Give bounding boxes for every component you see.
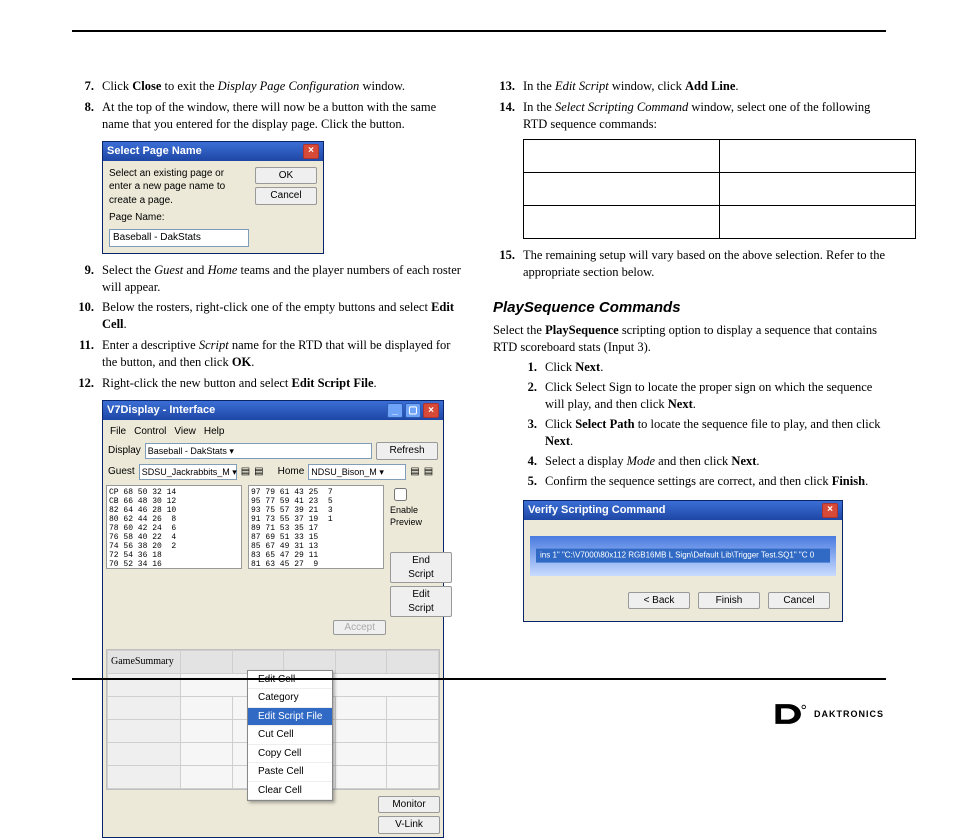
menu-control[interactable]: Control bbox=[134, 425, 166, 439]
playsequence-intro: Select the PlaySequence scripting option… bbox=[493, 322, 886, 356]
nav-icon[interactable]: ▤ bbox=[424, 465, 433, 479]
maximize-icon[interactable]: ▢ bbox=[405, 403, 421, 418]
step-7-text: Click Close to exit the Display Page Con… bbox=[102, 78, 405, 95]
guest-label: Guest bbox=[108, 465, 135, 479]
cancel-button[interactable]: Cancel bbox=[255, 187, 317, 205]
ps-step-5: Confirm the sequence settings are correc… bbox=[545, 473, 868, 490]
step-num: 7. bbox=[72, 78, 94, 95]
display-label: Display bbox=[108, 444, 141, 458]
ctx-paste-cell[interactable]: Paste Cell bbox=[248, 763, 332, 782]
home-label: Home bbox=[278, 465, 305, 479]
home-roster: 97 79 61 43 25 7 95 77 59 41 23 5 93 75 … bbox=[248, 485, 384, 569]
window-title: Verify Scripting Command bbox=[528, 503, 666, 518]
ctx-cut-cell[interactable]: Cut Cell bbox=[248, 726, 332, 745]
verify-scripting-window: Verify Scripting Command × ins 1" "C:\V7… bbox=[523, 500, 843, 623]
back-button[interactable]: < Back bbox=[628, 592, 690, 610]
finish-button[interactable]: Finish bbox=[698, 592, 760, 610]
nav-icon[interactable]: ▤ bbox=[254, 465, 263, 479]
cancel-button[interactable]: Cancel bbox=[768, 592, 830, 610]
menu-view[interactable]: View bbox=[174, 425, 196, 439]
step-11-text: Enter a descriptive Script name for the … bbox=[102, 337, 465, 371]
page-name-label: Page Name: bbox=[109, 211, 165, 225]
step-13-text: In the Edit Script window, click Add Lin… bbox=[523, 78, 739, 95]
page-name-field[interactable] bbox=[109, 229, 249, 247]
refresh-button[interactable]: Refresh bbox=[376, 442, 438, 460]
ps-step-3: Click Select Path to locate the sequence… bbox=[545, 416, 886, 450]
guest-combo[interactable]: SDSU_Jackrabbits_M bbox=[142, 466, 230, 478]
context-menu: Edit Cell Category Edit Script File Cut … bbox=[247, 670, 333, 802]
ps-step-1: Click Next. bbox=[545, 359, 603, 376]
close-icon[interactable]: × bbox=[303, 144, 319, 159]
minimize-icon[interactable]: _ bbox=[387, 403, 403, 418]
rtd-commands-table bbox=[523, 139, 916, 239]
home-combo[interactable]: NDSU_Bison_M bbox=[311, 466, 377, 478]
step-10-text: Below the rosters, right-click one of th… bbox=[102, 299, 465, 333]
monitor-button[interactable]: Monitor bbox=[378, 796, 440, 814]
ps-step-4: Select a display Mode and then click Nex… bbox=[545, 453, 760, 470]
guest-roster: CP 68 50 32 14 CB 66 48 30 12 82 64 46 2… bbox=[106, 485, 242, 569]
nav-icon[interactable]: ▤ bbox=[410, 465, 419, 479]
window-instruction: Select an existing page or enter a new p… bbox=[109, 167, 249, 208]
nav-icon[interactable]: ▤ bbox=[241, 465, 250, 479]
left-column: 7. Click Close to exit the Display Page … bbox=[72, 78, 465, 662]
accept-button: Accept bbox=[333, 620, 386, 635]
close-icon[interactable]: × bbox=[822, 503, 838, 518]
window-title: Select Page Name bbox=[107, 144, 202, 159]
vlink-button[interactable]: V-Link bbox=[378, 816, 440, 834]
menu-help[interactable]: Help bbox=[204, 425, 225, 439]
display-combo[interactable]: Baseball - DakStats bbox=[148, 445, 227, 457]
enable-preview-checkbox[interactable]: Enable Preview bbox=[390, 485, 440, 528]
ok-button[interactable]: OK bbox=[255, 167, 317, 185]
step-9-text: Select the Guest and Home teams and the … bbox=[102, 262, 465, 296]
ctx-category[interactable]: Category bbox=[248, 689, 332, 708]
grid-header: GameSummary bbox=[108, 650, 181, 673]
ps-step-2: Click Select Sign to locate the proper s… bbox=[545, 379, 886, 413]
step-12-text: Right-click the new button and select Ed… bbox=[102, 375, 377, 392]
ctx-clear-cell[interactable]: Clear Cell bbox=[248, 782, 332, 801]
close-icon[interactable]: × bbox=[423, 403, 439, 418]
step-num: 8. bbox=[72, 99, 94, 133]
ctx-copy-cell[interactable]: Copy Cell bbox=[248, 745, 332, 764]
ctx-edit-script-file[interactable]: Edit Script File bbox=[248, 708, 332, 727]
verify-path: ins 1" "C:\V7000\80x112 RGB16MB L Sign\D… bbox=[536, 548, 830, 563]
right-column: 13.In the Edit Script window, click Add … bbox=[493, 78, 886, 662]
select-page-name-window: Select Page Name × Select an existing pa… bbox=[102, 141, 324, 254]
menu-file[interactable]: File bbox=[110, 425, 126, 439]
daktronics-logo: DAKTRONICS bbox=[774, 702, 884, 726]
step-8-text: At the top of the window, there will now… bbox=[102, 99, 465, 133]
step-14-text: In the Select Scripting Command window, … bbox=[523, 99, 886, 133]
edit-script-button[interactable]: Edit Script bbox=[390, 586, 452, 617]
window-title: V7Display - Interface bbox=[107, 403, 215, 418]
playsequence-heading: PlaySequence Commands bbox=[493, 298, 886, 318]
end-script-button[interactable]: End Script bbox=[390, 552, 452, 583]
v7display-window: V7Display - Interface _ ▢ × File Control… bbox=[102, 400, 444, 838]
step-15-text: The remaining setup will vary based on t… bbox=[523, 247, 886, 281]
